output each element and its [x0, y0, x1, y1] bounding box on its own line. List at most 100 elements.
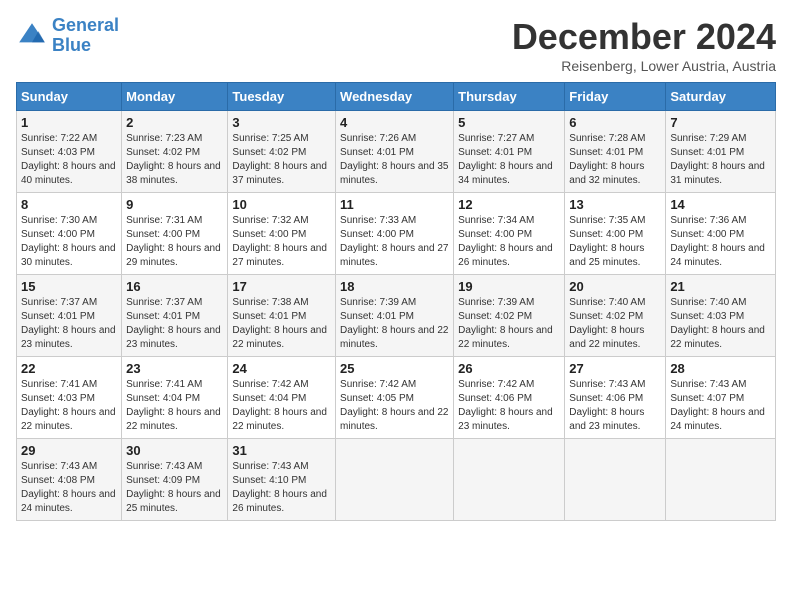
day-number: 9 — [126, 197, 223, 212]
calendar-cell: 18 Sunrise: 7:39 AM Sunset: 4:01 PM Dayl… — [336, 275, 454, 357]
weekday-header-saturday: Saturday — [666, 83, 776, 111]
day-number: 5 — [458, 115, 560, 130]
day-number: 15 — [21, 279, 117, 294]
calendar-cell — [565, 439, 666, 521]
calendar-cell: 13 Sunrise: 7:35 AM Sunset: 4:00 PM Dayl… — [565, 193, 666, 275]
day-content: Sunrise: 7:25 AM Sunset: 4:02 PM Dayligh… — [232, 132, 331, 188]
calendar-cell: 23 Sunrise: 7:41 AM Sunset: 4:04 PM Dayl… — [122, 357, 228, 439]
day-content: Sunrise: 7:37 AM Sunset: 4:01 PM Dayligh… — [21, 296, 117, 352]
day-number: 22 — [21, 361, 117, 376]
calendar-cell: 5 Sunrise: 7:27 AM Sunset: 4:01 PM Dayli… — [454, 111, 565, 193]
calendar-cell: 19 Sunrise: 7:39 AM Sunset: 4:02 PM Dayl… — [454, 275, 565, 357]
calendar-cell: 25 Sunrise: 7:42 AM Sunset: 4:05 PM Dayl… — [336, 357, 454, 439]
day-content: Sunrise: 7:38 AM Sunset: 4:01 PM Dayligh… — [232, 296, 331, 352]
day-content: Sunrise: 7:23 AM Sunset: 4:02 PM Dayligh… — [126, 132, 223, 188]
day-content: Sunrise: 7:39 AM Sunset: 4:02 PM Dayligh… — [458, 296, 560, 352]
calendar-cell: 7 Sunrise: 7:29 AM Sunset: 4:01 PM Dayli… — [666, 111, 776, 193]
day-content: Sunrise: 7:40 AM Sunset: 4:02 PM Dayligh… — [569, 296, 661, 352]
day-number: 8 — [21, 197, 117, 212]
day-number: 30 — [126, 443, 223, 458]
logo-icon — [16, 20, 48, 52]
day-number: 10 — [232, 197, 331, 212]
calendar-cell: 24 Sunrise: 7:42 AM Sunset: 4:04 PM Dayl… — [228, 357, 336, 439]
day-content: Sunrise: 7:41 AM Sunset: 4:04 PM Dayligh… — [126, 378, 223, 434]
day-content: Sunrise: 7:28 AM Sunset: 4:01 PM Dayligh… — [569, 132, 661, 188]
day-content: Sunrise: 7:43 AM Sunset: 4:07 PM Dayligh… — [670, 378, 771, 434]
day-content: Sunrise: 7:39 AM Sunset: 4:01 PM Dayligh… — [340, 296, 449, 352]
day-number: 24 — [232, 361, 331, 376]
calendar-cell: 2 Sunrise: 7:23 AM Sunset: 4:02 PM Dayli… — [122, 111, 228, 193]
day-number: 29 — [21, 443, 117, 458]
day-number: 20 — [569, 279, 661, 294]
day-number: 14 — [670, 197, 771, 212]
calendar-week-row: 15 Sunrise: 7:37 AM Sunset: 4:01 PM Dayl… — [17, 275, 776, 357]
calendar-cell — [454, 439, 565, 521]
day-number: 3 — [232, 115, 331, 130]
calendar-cell: 10 Sunrise: 7:32 AM Sunset: 4:00 PM Dayl… — [228, 193, 336, 275]
day-content: Sunrise: 7:30 AM Sunset: 4:00 PM Dayligh… — [21, 214, 117, 270]
calendar-week-row: 29 Sunrise: 7:43 AM Sunset: 4:08 PM Dayl… — [17, 439, 776, 521]
calendar-header-row: SundayMondayTuesdayWednesdayThursdayFrid… — [17, 83, 776, 111]
calendar-cell: 29 Sunrise: 7:43 AM Sunset: 4:08 PM Dayl… — [17, 439, 122, 521]
day-number: 26 — [458, 361, 560, 376]
calendar-cell: 6 Sunrise: 7:28 AM Sunset: 4:01 PM Dayli… — [565, 111, 666, 193]
calendar-cell: 8 Sunrise: 7:30 AM Sunset: 4:00 PM Dayli… — [17, 193, 122, 275]
calendar-cell: 31 Sunrise: 7:43 AM Sunset: 4:10 PM Dayl… — [228, 439, 336, 521]
day-content: Sunrise: 7:35 AM Sunset: 4:00 PM Dayligh… — [569, 214, 661, 270]
day-content: Sunrise: 7:31 AM Sunset: 4:00 PM Dayligh… — [126, 214, 223, 270]
day-number: 2 — [126, 115, 223, 130]
weekday-header-wednesday: Wednesday — [336, 83, 454, 111]
day-number: 18 — [340, 279, 449, 294]
day-number: 25 — [340, 361, 449, 376]
calendar-cell — [666, 439, 776, 521]
day-number: 21 — [670, 279, 771, 294]
day-content: Sunrise: 7:37 AM Sunset: 4:01 PM Dayligh… — [126, 296, 223, 352]
calendar-body: 1 Sunrise: 7:22 AM Sunset: 4:03 PM Dayli… — [17, 111, 776, 521]
weekday-header-tuesday: Tuesday — [228, 83, 336, 111]
day-content: Sunrise: 7:22 AM Sunset: 4:03 PM Dayligh… — [21, 132, 117, 188]
calendar-cell: 15 Sunrise: 7:37 AM Sunset: 4:01 PM Dayl… — [17, 275, 122, 357]
calendar-cell: 28 Sunrise: 7:43 AM Sunset: 4:07 PM Dayl… — [666, 357, 776, 439]
calendar-cell: 30 Sunrise: 7:43 AM Sunset: 4:09 PM Dayl… — [122, 439, 228, 521]
weekday-header-friday: Friday — [565, 83, 666, 111]
calendar-cell: 3 Sunrise: 7:25 AM Sunset: 4:02 PM Dayli… — [228, 111, 336, 193]
day-number: 19 — [458, 279, 560, 294]
day-number: 7 — [670, 115, 771, 130]
calendar-cell: 4 Sunrise: 7:26 AM Sunset: 4:01 PM Dayli… — [336, 111, 454, 193]
calendar-week-row: 22 Sunrise: 7:41 AM Sunset: 4:03 PM Dayl… — [17, 357, 776, 439]
day-content: Sunrise: 7:43 AM Sunset: 4:10 PM Dayligh… — [232, 460, 331, 516]
logo: General Blue — [16, 16, 119, 56]
weekday-header-monday: Monday — [122, 83, 228, 111]
day-number: 27 — [569, 361, 661, 376]
weekday-header-sunday: Sunday — [17, 83, 122, 111]
logo-text: General Blue — [52, 16, 119, 56]
day-content: Sunrise: 7:41 AM Sunset: 4:03 PM Dayligh… — [21, 378, 117, 434]
day-number: 28 — [670, 361, 771, 376]
day-number: 1 — [21, 115, 117, 130]
calendar-week-row: 8 Sunrise: 7:30 AM Sunset: 4:00 PM Dayli… — [17, 193, 776, 275]
day-content: Sunrise: 7:27 AM Sunset: 4:01 PM Dayligh… — [458, 132, 560, 188]
day-number: 11 — [340, 197, 449, 212]
day-content: Sunrise: 7:36 AM Sunset: 4:00 PM Dayligh… — [670, 214, 771, 270]
calendar-cell — [336, 439, 454, 521]
day-content: Sunrise: 7:42 AM Sunset: 4:04 PM Dayligh… — [232, 378, 331, 434]
calendar-week-row: 1 Sunrise: 7:22 AM Sunset: 4:03 PM Dayli… — [17, 111, 776, 193]
calendar-cell: 1 Sunrise: 7:22 AM Sunset: 4:03 PM Dayli… — [17, 111, 122, 193]
day-number: 4 — [340, 115, 449, 130]
calendar-cell: 21 Sunrise: 7:40 AM Sunset: 4:03 PM Dayl… — [666, 275, 776, 357]
calendar-cell: 20 Sunrise: 7:40 AM Sunset: 4:02 PM Dayl… — [565, 275, 666, 357]
weekday-header-thursday: Thursday — [454, 83, 565, 111]
logo-line1: General — [52, 15, 119, 35]
month-title: December 2024 — [512, 16, 776, 58]
calendar-cell: 14 Sunrise: 7:36 AM Sunset: 4:00 PM Dayl… — [666, 193, 776, 275]
calendar-cell: 27 Sunrise: 7:43 AM Sunset: 4:06 PM Dayl… — [565, 357, 666, 439]
day-content: Sunrise: 7:43 AM Sunset: 4:09 PM Dayligh… — [126, 460, 223, 516]
day-number: 23 — [126, 361, 223, 376]
calendar-cell: 12 Sunrise: 7:34 AM Sunset: 4:00 PM Dayl… — [454, 193, 565, 275]
day-number: 13 — [569, 197, 661, 212]
day-content: Sunrise: 7:26 AM Sunset: 4:01 PM Dayligh… — [340, 132, 449, 188]
calendar-cell: 11 Sunrise: 7:33 AM Sunset: 4:00 PM Dayl… — [336, 193, 454, 275]
day-content: Sunrise: 7:33 AM Sunset: 4:00 PM Dayligh… — [340, 214, 449, 270]
day-content: Sunrise: 7:34 AM Sunset: 4:00 PM Dayligh… — [458, 214, 560, 270]
calendar-cell: 16 Sunrise: 7:37 AM Sunset: 4:01 PM Dayl… — [122, 275, 228, 357]
